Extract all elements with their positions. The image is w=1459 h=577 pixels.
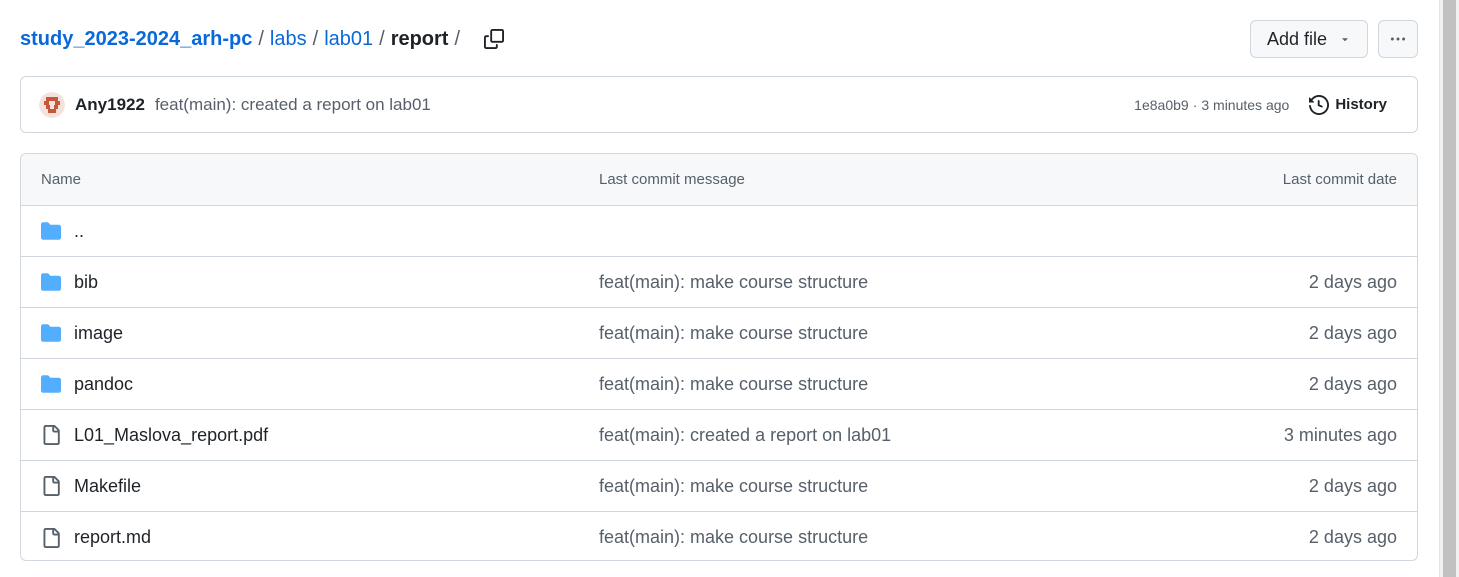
breadcrumb-lab01-link[interactable]: lab01 (324, 28, 373, 51)
latest-commit-box: Any1922 feat(main): created a report on … (20, 76, 1418, 133)
breadcrumb: study_2023-2024_arh-pc / labs / lab01 / … (20, 25, 508, 53)
commit-message-link[interactable]: feat(main): make course structure (599, 323, 868, 344)
commit-time: 3 minutes ago (1201, 96, 1290, 113)
breadcrumb-labs-link[interactable]: labs (270, 28, 307, 51)
scrollbar-thumb[interactable] (1443, 0, 1456, 577)
folder-icon (41, 221, 61, 241)
commit-date: 2 days ago (1308, 475, 1397, 496)
row-date-cell: 2 days ago (1097, 323, 1397, 344)
commit-message-link[interactable]: feat(main): make course structure (599, 374, 868, 395)
file-name[interactable]: .. (74, 221, 84, 242)
commit-date: 2 days ago (1308, 527, 1397, 547)
row-name-cell: image (41, 323, 599, 344)
file-table: Name Last commit message Last commit dat… (20, 153, 1418, 561)
table-row[interactable]: bib feat(main): make course structure 2 … (21, 257, 1417, 308)
file-icon (41, 527, 61, 548)
folder-icon (41, 323, 61, 343)
row-date-cell: 3 minutes ago (1097, 425, 1397, 446)
commit-message-link[interactable]: feat(main): make course structure (599, 476, 868, 497)
row-name-cell: Makefile (41, 476, 599, 497)
history-button[interactable]: History (1309, 94, 1387, 115)
breadcrumb-separator: / (454, 27, 461, 50)
table-header: Name Last commit message Last commit dat… (21, 154, 1417, 206)
file-name[interactable]: image (74, 323, 123, 344)
header-message: Last commit message (599, 171, 745, 188)
folder-icon (41, 374, 61, 394)
commit-message[interactable]: feat(main): created a report on lab01 (155, 95, 431, 115)
add-file-button[interactable]: Add file (1249, 20, 1368, 58)
table-row-parent[interactable]: .. (21, 206, 1417, 257)
row-name-cell: .. (41, 221, 599, 242)
row-name-cell: bib (41, 272, 599, 293)
commit-date: 3 minutes ago (1283, 424, 1397, 445)
row-date-cell: 2 days ago (1097, 272, 1397, 293)
row-message-cell: feat(main): make course structure (599, 374, 1097, 395)
row-message-cell: feat(main): make course structure (599, 323, 1097, 344)
file-name[interactable]: report.md (74, 527, 151, 548)
commit-date: 2 days ago (1308, 322, 1397, 343)
file-name[interactable]: pandoc (74, 374, 133, 395)
file-icon (41, 476, 61, 496)
history-label: History (1335, 96, 1387, 113)
folder-icon (41, 272, 61, 292)
breadcrumb-separator: / (379, 27, 385, 50)
history-icon (1309, 94, 1330, 115)
breadcrumb-repo-link[interactable]: study_2023-2024_arh-pc (20, 28, 252, 51)
commit-date: 2 days ago (1308, 271, 1397, 292)
commit-info: Any1922 feat(main): created a report on … (39, 91, 431, 118)
breadcrumb-separator: / (258, 27, 264, 50)
file-icon (41, 425, 61, 445)
header-actions: Add file (1249, 20, 1418, 58)
table-row[interactable]: L01_Maslova_report.pdf feat(main): creat… (21, 410, 1417, 461)
table-row[interactable]: Makefile feat(main): make course structu… (21, 461, 1417, 512)
caret-down-icon (1342, 38, 1348, 42)
commit-date: 2 days ago (1308, 373, 1397, 394)
file-name[interactable]: L01_Maslova_report.pdf (74, 425, 268, 446)
commit-meta-separator: · (1192, 96, 1198, 113)
file-name[interactable]: Makefile (74, 476, 141, 497)
row-name-cell: report.md (41, 527, 599, 548)
row-message-cell: feat(main): make course structure (599, 476, 1097, 497)
row-date-cell: 2 days ago (1097, 527, 1397, 548)
row-name-cell: L01_Maslova_report.pdf (41, 425, 599, 446)
vertical-scrollbar[interactable] (1439, 0, 1459, 577)
commit-meta: 1e8a0b9 · 3 minutes ago History (1134, 94, 1387, 115)
table-row[interactable]: report.md feat(main): make course struct… (21, 512, 1417, 560)
file-name[interactable]: bib (74, 272, 98, 293)
table-row[interactable]: image feat(main): make course structure … (21, 308, 1417, 359)
file-browser-page: study_2023-2024_arh-pc / labs / lab01 / … (0, 0, 1459, 577)
row-name-cell: pandoc (41, 374, 599, 395)
breadcrumb-current: report (390, 27, 449, 50)
header-name: Name (41, 171, 82, 188)
row-date-cell: 2 days ago (1097, 476, 1397, 497)
commit-message-link[interactable]: feat(main): make course structure (599, 527, 868, 548)
breadcrumb-separator: / (312, 27, 319, 50)
commit-sha[interactable]: 1e8a0b9 (1134, 97, 1189, 113)
commit-author[interactable]: Any1922 (75, 95, 145, 115)
commit-message-link[interactable]: feat(main): created a report on lab01 (599, 425, 891, 446)
row-message-cell: feat(main): make course structure (599, 272, 1097, 293)
more-options-button[interactable] (1378, 20, 1418, 58)
row-message-cell: feat(main): created a report on lab01 (599, 425, 1097, 446)
copy-icon (484, 29, 505, 49)
avatar[interactable] (39, 91, 65, 118)
repo-header: study_2023-2024_arh-pc / labs / lab01 / … (20, 20, 1418, 58)
header-date: Last commit date (1282, 171, 1397, 188)
row-message-cell: feat(main): make course structure (599, 527, 1097, 548)
kebab-horizontal-icon (1390, 37, 1406, 41)
table-row[interactable]: pandoc feat(main): make course structure… (21, 359, 1417, 410)
commit-message-link[interactable]: feat(main): make course structure (599, 272, 868, 293)
row-date-cell: 2 days ago (1097, 374, 1397, 395)
add-file-label: Add file (1266, 28, 1327, 49)
copy-path-button[interactable] (480, 25, 508, 53)
